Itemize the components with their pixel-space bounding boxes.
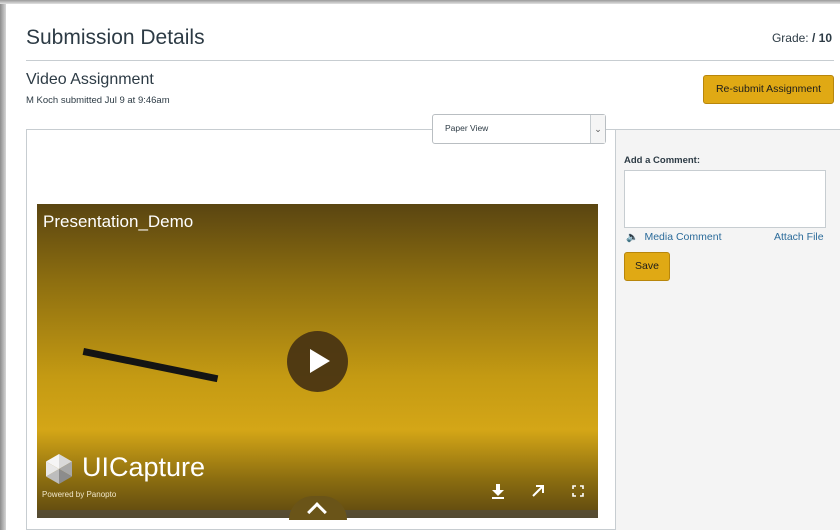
view-mode-select[interactable]: Paper View ⌄ <box>432 114 606 144</box>
media-comment-link[interactable]: 🔈 Media Comment <box>626 231 721 243</box>
comment-label: Add a Comment: <box>624 155 700 166</box>
video-title: Presentation_Demo <box>43 212 194 231</box>
view-mode-selected: Paper View <box>445 123 489 133</box>
submission-info: M Koch submitted Jul 9 at 9:46am <box>26 95 170 106</box>
popout-icon[interactable] <box>531 484 545 498</box>
download-icon[interactable] <box>491 483 505 499</box>
assignment-title: Video Assignment <box>26 71 154 88</box>
window-frame-left <box>0 0 6 530</box>
chevron-up-icon <box>307 502 327 522</box>
video-brand: UICapture <box>82 452 206 482</box>
grade-value: / 10 <box>811 31 832 45</box>
grade-display: Grade: / 10 <box>772 31 832 45</box>
media-comment-label: Media Comment <box>644 231 722 243</box>
play-button[interactable] <box>287 331 348 392</box>
window-frame-top <box>0 0 840 4</box>
page-title: Submission Details <box>26 26 205 49</box>
attach-file-link[interactable]: Attach File <box>774 231 824 243</box>
panopto-logo-icon <box>46 454 72 484</box>
fullscreen-icon[interactable] <box>572 485 584 497</box>
chevron-down-icon[interactable]: ⌄ <box>590 115 605 143</box>
play-icon <box>310 349 330 373</box>
speaker-icon: 🔈 <box>626 232 639 243</box>
grade-label: Grade: <box>771 31 809 45</box>
powered-by-label: Powered by Panopto <box>42 490 117 499</box>
comment-input[interactable] <box>624 170 826 228</box>
save-comment-button[interactable]: Save <box>624 252 670 281</box>
header-divider <box>26 60 834 61</box>
resubmit-assignment-button[interactable]: Re-submit Assignment <box>703 75 834 104</box>
